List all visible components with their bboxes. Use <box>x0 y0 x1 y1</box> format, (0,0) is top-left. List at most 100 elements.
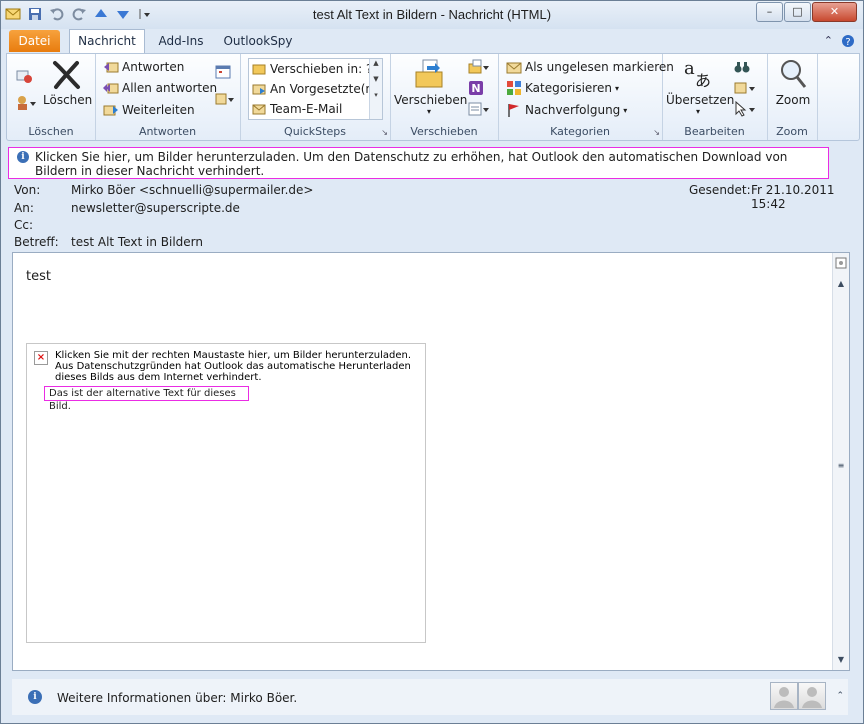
delete-label: Löschen <box>43 93 93 107</box>
forward-button[interactable]: Weiterleiten <box>103 102 195 118</box>
quicksteps-gallery: Verschieben in: ? An Vorgesetzte(n) Team… <box>248 58 383 120</box>
reply-label: Antworten <box>122 60 185 74</box>
quickstep-team-email[interactable]: Team-E-Mail <box>249 99 382 119</box>
subject-value: test Alt Text in Bildern <box>71 235 203 249</box>
group-quicksteps: Verschieben in: ? An Vorgesetzte(n) Team… <box>240 54 391 140</box>
to-label: An: <box>14 201 34 215</box>
group-antworten: Antworten Allen antworten Weiterleiten A… <box>95 54 241 140</box>
ignore-icon[interactable] <box>15 66 33 84</box>
find-icon[interactable] <box>734 59 750 75</box>
move-button[interactable]: Verschieben ▾ <box>394 58 467 116</box>
envelope-arrow-icon <box>252 84 266 95</box>
quickstep-move-to-label: Verschieben in: ? <box>270 62 373 76</box>
sent-label: Gesendet: <box>689 183 751 197</box>
person-icon <box>774 687 794 708</box>
rules-icon[interactable] <box>468 59 490 75</box>
group-label-verschieben: Verschieben <box>410 125 478 138</box>
forward-icon <box>103 105 118 116</box>
onenote-icon[interactable]: N <box>468 80 484 96</box>
quickstep-team-email-label: Team-E-Mail <box>270 102 343 116</box>
people-info-text[interactable]: Weitere Informationen über: Mirko Böer. <box>57 691 297 705</box>
tab-datei[interactable]: Datei <box>9 30 60 52</box>
outlook-message-window: test Alt Text in Bildern - Nachricht (HT… <box>0 0 864 724</box>
scroll-down-icon[interactable]: ▼ <box>834 653 848 667</box>
translate-label: Übersetzen <box>666 93 735 107</box>
maximize-button[interactable]: □ <box>784 2 811 22</box>
cc-label: Cc: <box>14 218 34 232</box>
team-mail-icon <box>252 104 266 115</box>
group-label-quicksteps: QuickSteps <box>284 125 346 138</box>
group-label-antworten: Antworten <box>138 125 197 138</box>
zoom-button[interactable]: Zoom <box>771 58 815 107</box>
body-scrollbar[interactable]: ▲ ≡ ▼ <box>832 253 849 670</box>
actions-icon[interactable] <box>468 101 490 117</box>
svg-text:?: ? <box>845 37 850 48</box>
move-dropdown-icon: ▾ <box>426 107 431 116</box>
delete-x-icon <box>53 61 80 89</box>
sensitivity-icon[interactable] <box>834 257 848 271</box>
quickstep-move-to[interactable]: Verschieben in: ? <box>249 59 382 79</box>
download-pictures-infobar[interactable]: i Klicken Sie hier, um Bilder herunterzu… <box>8 147 829 179</box>
translate-button[interactable]: aあ Übersetzen ▾ <box>666 58 735 116</box>
quickstep-to-manager-label: An Vorgesetzte(n) <box>270 82 378 96</box>
window-title: test Alt Text in Bildern - Nachricht (HT… <box>312 7 552 22</box>
group-kategorien: Als ungelesen markieren Kategorisieren ▾… <box>498 54 674 140</box>
blocked-image-placeholder[interactable]: × Klicken Sie mit der rechten Maustaste … <box>26 343 426 643</box>
from-label: Von: <box>14 183 41 197</box>
tab-outlookspy[interactable]: OutlookSpy <box>219 30 297 52</box>
body-text: test <box>26 269 51 284</box>
reply-all-icon <box>103 83 119 94</box>
cleanup-icon[interactable] <box>15 94 37 112</box>
meeting-icon[interactable] <box>215 64 231 80</box>
reply-all-button[interactable]: Allen antworten <box>103 80 217 96</box>
people-pane: i Weitere Informationen über: Mirko Böer… <box>12 679 848 715</box>
scroll-up-icon[interactable]: ▲ <box>834 277 848 291</box>
group-label-bearbeiten: Bearbeiten <box>684 125 745 138</box>
avatar-sender[interactable] <box>770 682 798 710</box>
reply-button[interactable]: Antworten <box>103 59 184 75</box>
title-bar: test Alt Text in Bildern - Nachricht (HT… <box>1 1 863 29</box>
minimize-ribbon-icon[interactable]: ⌃ <box>824 34 833 51</box>
window-controls: – □ ✕ <box>756 2 857 22</box>
reply-all-label: Allen antworten <box>122 81 218 95</box>
help-icon[interactable]: ? <box>841 34 855 51</box>
minimize-button[interactable]: – <box>756 2 783 22</box>
from-value[interactable]: Mirko Böer <schnuelli@supermailer.de> <box>71 183 313 197</box>
flag-icon <box>508 104 519 117</box>
delete-button[interactable]: Löschen <box>43 60 93 107</box>
followup-dropdown-icon: ▾ <box>623 105 628 115</box>
tab-nachricht[interactable]: Nachricht <box>69 29 145 54</box>
mark-unread-label: Als ungelesen markieren <box>525 60 674 74</box>
forward-label: Weiterleiten <box>122 103 195 117</box>
translate-icon: aあ <box>684 58 711 90</box>
followup-label: Nachverfolgung <box>525 103 621 117</box>
categories-icon <box>507 81 521 95</box>
categorize-button[interactable]: Kategorisieren ▾ <box>506 80 619 96</box>
magnifier-icon <box>781 60 807 88</box>
more-respond-icon[interactable] <box>215 92 235 108</box>
blocked-image-text: Klicken Sie mit der rechten Maustaste hi… <box>55 350 412 383</box>
select-cursor-icon[interactable] <box>734 101 756 117</box>
related-icon[interactable] <box>734 80 756 96</box>
followup-button[interactable]: Nachverfolgung ▾ <box>506 102 627 118</box>
tab-add-ins[interactable]: Add-Ins <box>151 30 211 52</box>
expand-people-pane-icon[interactable]: ⌃ <box>836 691 844 701</box>
info-icon: i <box>17 151 29 163</box>
person-icon <box>802 687 822 708</box>
folder-icon <box>252 64 266 75</box>
image-alt-text: Das ist der alternative Text für dieses … <box>44 386 249 412</box>
mark-unread-button[interactable]: Als ungelesen markieren <box>506 59 674 75</box>
quickstep-to-manager[interactable]: An Vorgesetzte(n) <box>249 79 382 99</box>
group-bearbeiten: aあ Übersetzen ▾ Bearbeiten <box>662 54 768 140</box>
avatar-recipient[interactable] <box>798 682 826 710</box>
message-body[interactable]: test × Klicken Sie mit der rechten Maust… <box>12 252 850 671</box>
ribbon-utility-icons: ⌃ ? <box>824 34 855 51</box>
scroll-grip-icon[interactable]: ≡ <box>834 459 848 473</box>
quicksteps-scroll[interactable]: ▲ ▼ ▾ <box>369 59 382 119</box>
close-button[interactable]: ✕ <box>812 2 857 22</box>
group-label-zoom: Zoom <box>776 125 808 138</box>
svg-text:a: a <box>684 58 695 79</box>
translate-dropdown-icon: ▾ <box>695 107 700 116</box>
to-value[interactable]: newsletter@superscripte.de <box>71 201 240 215</box>
infobar-text: Klicken Sie hier, um Bilder herunterzula… <box>35 150 788 178</box>
